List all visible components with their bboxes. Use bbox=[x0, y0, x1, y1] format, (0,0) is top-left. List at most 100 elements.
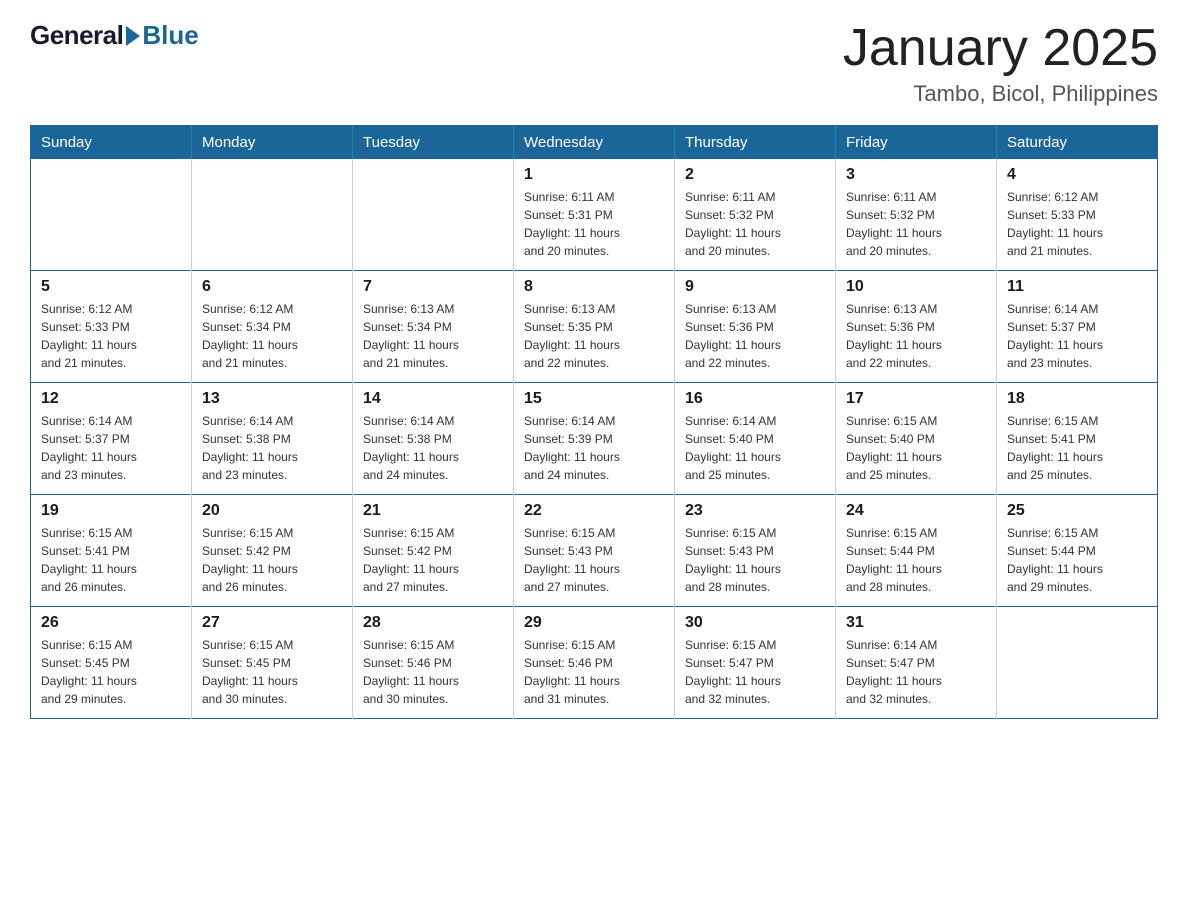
calendar-week-row: 1 Sunrise: 6:11 AM Sunset: 5:31 PM Daylig… bbox=[31, 159, 1158, 271]
calendar-cell bbox=[31, 159, 192, 271]
calendar-cell: 15 Sunrise: 6:14 AM Sunset: 5:39 PM Dayli… bbox=[514, 383, 675, 495]
day-info: Sunrise: 6:11 AM Sunset: 5:32 PM Dayligh… bbox=[846, 188, 986, 260]
day-info: Sunrise: 6:11 AM Sunset: 5:31 PM Dayligh… bbox=[524, 188, 664, 260]
page-header: General Blue January 2025 Tambo, Bicol, … bbox=[30, 20, 1158, 107]
day-info: Sunrise: 6:15 AM Sunset: 5:43 PM Dayligh… bbox=[685, 524, 825, 596]
day-number: 21 bbox=[363, 502, 503, 520]
calendar-cell: 20 Sunrise: 6:15 AM Sunset: 5:42 PM Dayli… bbox=[192, 495, 353, 607]
calendar-week-row: 26Sunrise: 6:15 AM Sunset: 5:45 PM Dayli… bbox=[31, 607, 1158, 719]
day-info: Sunrise: 6:15 AM Sunset: 5:46 PM Dayligh… bbox=[524, 636, 664, 708]
day-info: Sunrise: 6:14 AM Sunset: 5:40 PM Dayligh… bbox=[685, 412, 825, 484]
day-info: Sunrise: 6:14 AM Sunset: 5:37 PM Dayligh… bbox=[41, 412, 181, 484]
calendar-cell: 29 Sunrise: 6:15 AM Sunset: 5:46 PM Dayli… bbox=[514, 607, 675, 719]
day-number: 1 bbox=[524, 166, 664, 184]
calendar-week-row: 5 Sunrise: 6:12 AM Sunset: 5:33 PM Daylig… bbox=[31, 271, 1158, 383]
header-day-thursday: Thursday bbox=[675, 126, 836, 160]
calendar-cell: 18 Sunrise: 6:15 AM Sunset: 5:41 PM Dayli… bbox=[997, 383, 1158, 495]
calendar-week-row: 19 Sunrise: 6:15 AM Sunset: 5:41 PM Dayli… bbox=[31, 495, 1158, 607]
header-day-wednesday: Wednesday bbox=[514, 126, 675, 160]
day-info: Sunrise: 6:14 AM Sunset: 5:47 PM Dayligh… bbox=[846, 636, 986, 708]
day-number: 13 bbox=[202, 390, 342, 408]
day-number: 26 bbox=[41, 614, 181, 632]
day-number: 14 bbox=[363, 390, 503, 408]
header-day-sunday: Sunday bbox=[31, 126, 192, 160]
calendar-table: SundayMondayTuesdayWednesdayThursdayFrid… bbox=[30, 125, 1158, 719]
calendar-cell: 7Sunrise: 6:13 AM Sunset: 5:34 PM Daylig… bbox=[353, 271, 514, 383]
day-info: Sunrise: 6:11 AM Sunset: 5:32 PM Dayligh… bbox=[685, 188, 825, 260]
day-info: Sunrise: 6:13 AM Sunset: 5:36 PM Dayligh… bbox=[685, 300, 825, 372]
day-info: Sunrise: 6:13 AM Sunset: 5:34 PM Dayligh… bbox=[363, 300, 503, 372]
day-number: 12 bbox=[41, 390, 181, 408]
day-number: 17 bbox=[846, 390, 986, 408]
calendar-cell: 31 Sunrise: 6:14 AM Sunset: 5:47 PM Dayli… bbox=[836, 607, 997, 719]
day-info: Sunrise: 6:14 AM Sunset: 5:39 PM Dayligh… bbox=[524, 412, 664, 484]
calendar-cell: 14Sunrise: 6:14 AM Sunset: 5:38 PM Dayli… bbox=[353, 383, 514, 495]
day-info: Sunrise: 6:12 AM Sunset: 5:34 PM Dayligh… bbox=[202, 300, 342, 372]
day-number: 28 bbox=[363, 614, 503, 632]
calendar-cell: 10 Sunrise: 6:13 AM Sunset: 5:36 PM Dayli… bbox=[836, 271, 997, 383]
calendar-cell: 11Sunrise: 6:14 AM Sunset: 5:37 PM Dayli… bbox=[997, 271, 1158, 383]
day-info: Sunrise: 6:15 AM Sunset: 5:46 PM Dayligh… bbox=[363, 636, 503, 708]
day-info: Sunrise: 6:15 AM Sunset: 5:44 PM Dayligh… bbox=[1007, 524, 1147, 596]
day-number: 9 bbox=[685, 278, 825, 296]
month-title: January 2025 bbox=[843, 20, 1158, 77]
calendar-cell: 22 Sunrise: 6:15 AM Sunset: 5:43 PM Dayli… bbox=[514, 495, 675, 607]
calendar-cell: 23 Sunrise: 6:15 AM Sunset: 5:43 PM Dayli… bbox=[675, 495, 836, 607]
location-title: Tambo, Bicol, Philippines bbox=[843, 81, 1158, 107]
day-info: Sunrise: 6:15 AM Sunset: 5:47 PM Dayligh… bbox=[685, 636, 825, 708]
day-info: Sunrise: 6:15 AM Sunset: 5:44 PM Dayligh… bbox=[846, 524, 986, 596]
day-number: 30 bbox=[685, 614, 825, 632]
day-number: 18 bbox=[1007, 390, 1147, 408]
calendar-cell: 8 Sunrise: 6:13 AM Sunset: 5:35 PM Daylig… bbox=[514, 271, 675, 383]
calendar-cell: 21 Sunrise: 6:15 AM Sunset: 5:42 PM Dayli… bbox=[353, 495, 514, 607]
calendar-cell: 2 Sunrise: 6:11 AM Sunset: 5:32 PM Daylig… bbox=[675, 159, 836, 271]
day-number: 31 bbox=[846, 614, 986, 632]
calendar-cell: 1 Sunrise: 6:11 AM Sunset: 5:31 PM Daylig… bbox=[514, 159, 675, 271]
day-info: Sunrise: 6:13 AM Sunset: 5:35 PM Dayligh… bbox=[524, 300, 664, 372]
day-number: 19 bbox=[41, 502, 181, 520]
day-info: Sunrise: 6:15 AM Sunset: 5:42 PM Dayligh… bbox=[363, 524, 503, 596]
calendar-cell: 3 Sunrise: 6:11 AM Sunset: 5:32 PM Daylig… bbox=[836, 159, 997, 271]
day-info: Sunrise: 6:15 AM Sunset: 5:41 PM Dayligh… bbox=[41, 524, 181, 596]
day-number: 2 bbox=[685, 166, 825, 184]
day-number: 15 bbox=[524, 390, 664, 408]
day-info: Sunrise: 6:15 AM Sunset: 5:41 PM Dayligh… bbox=[1007, 412, 1147, 484]
day-number: 5 bbox=[41, 278, 181, 296]
calendar-cell: 30 Sunrise: 6:15 AM Sunset: 5:47 PM Dayli… bbox=[675, 607, 836, 719]
calendar-header: SundayMondayTuesdayWednesdayThursdayFrid… bbox=[31, 126, 1158, 160]
day-number: 20 bbox=[202, 502, 342, 520]
day-number: 25 bbox=[1007, 502, 1147, 520]
header-day-tuesday: Tuesday bbox=[353, 126, 514, 160]
day-info: Sunrise: 6:15 AM Sunset: 5:40 PM Dayligh… bbox=[846, 412, 986, 484]
day-info: Sunrise: 6:12 AM Sunset: 5:33 PM Dayligh… bbox=[1007, 188, 1147, 260]
day-info: Sunrise: 6:15 AM Sunset: 5:42 PM Dayligh… bbox=[202, 524, 342, 596]
day-number: 3 bbox=[846, 166, 986, 184]
day-number: 10 bbox=[846, 278, 986, 296]
calendar-cell: 25 Sunrise: 6:15 AM Sunset: 5:44 PM Dayli… bbox=[997, 495, 1158, 607]
calendar-cell: 17 Sunrise: 6:15 AM Sunset: 5:40 PM Dayli… bbox=[836, 383, 997, 495]
calendar-cell: 6 Sunrise: 6:12 AM Sunset: 5:34 PM Daylig… bbox=[192, 271, 353, 383]
day-number: 23 bbox=[685, 502, 825, 520]
day-number: 29 bbox=[524, 614, 664, 632]
day-number: 11 bbox=[1007, 278, 1147, 296]
day-number: 8 bbox=[524, 278, 664, 296]
logo-general-text: General bbox=[30, 20, 123, 51]
logo: General Blue bbox=[30, 20, 199, 51]
calendar-cell: 12 Sunrise: 6:14 AM Sunset: 5:37 PM Dayli… bbox=[31, 383, 192, 495]
day-info: Sunrise: 6:13 AM Sunset: 5:36 PM Dayligh… bbox=[846, 300, 986, 372]
day-number: 16 bbox=[685, 390, 825, 408]
day-number: 6 bbox=[202, 278, 342, 296]
calendar-cell bbox=[353, 159, 514, 271]
calendar-cell: 13Sunrise: 6:14 AM Sunset: 5:38 PM Dayli… bbox=[192, 383, 353, 495]
calendar-cell: 27Sunrise: 6:15 AM Sunset: 5:45 PM Dayli… bbox=[192, 607, 353, 719]
title-area: January 2025 Tambo, Bicol, Philippines bbox=[843, 20, 1158, 107]
day-info: Sunrise: 6:15 AM Sunset: 5:43 PM Dayligh… bbox=[524, 524, 664, 596]
calendar-cell: 9 Sunrise: 6:13 AM Sunset: 5:36 PM Daylig… bbox=[675, 271, 836, 383]
day-info: Sunrise: 6:12 AM Sunset: 5:33 PM Dayligh… bbox=[41, 300, 181, 372]
header-day-monday: Monday bbox=[192, 126, 353, 160]
calendar-cell: 24Sunrise: 6:15 AM Sunset: 5:44 PM Dayli… bbox=[836, 495, 997, 607]
logo-triangle-icon bbox=[126, 26, 140, 46]
day-number: 22 bbox=[524, 502, 664, 520]
header-day-saturday: Saturday bbox=[997, 126, 1158, 160]
calendar-cell bbox=[997, 607, 1158, 719]
